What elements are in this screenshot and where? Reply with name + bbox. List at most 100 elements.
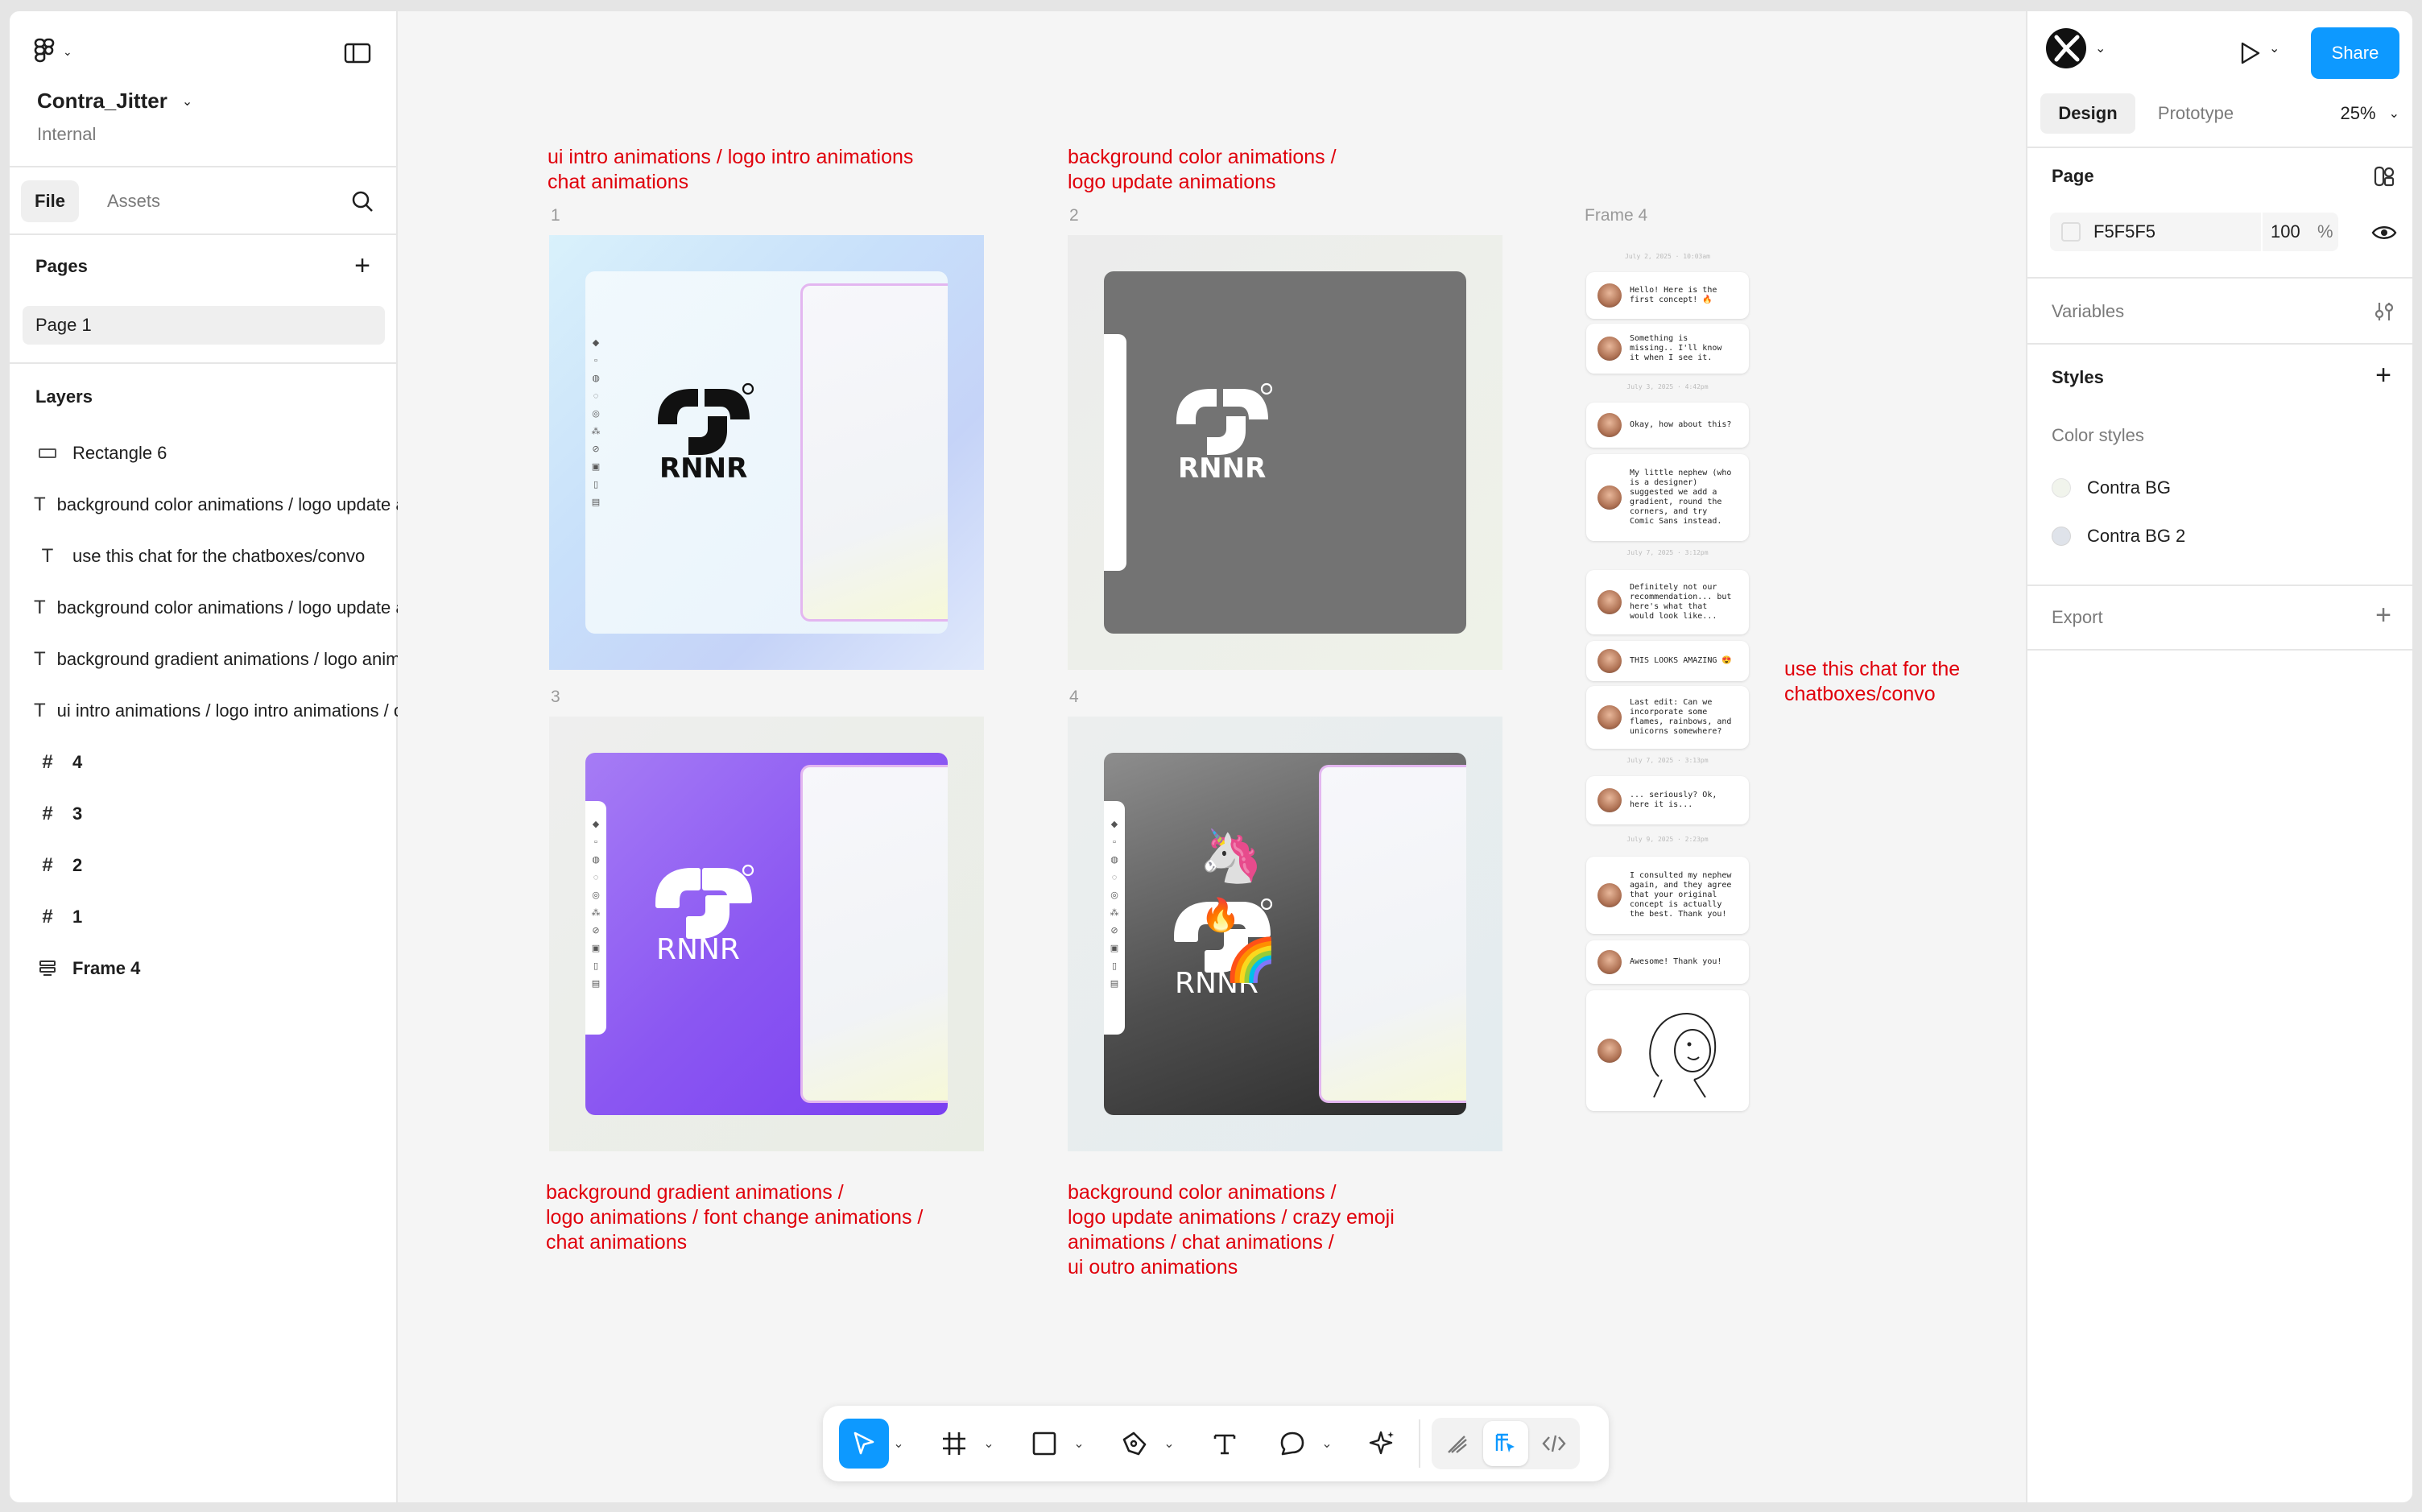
layer-item-text[interactable]: T background color animations / logo upd…: [34, 588, 398, 628]
add-export-button[interactable]: +: [2367, 599, 2399, 631]
chat-message: Last edit: Can we incorporate some flame…: [1586, 686, 1749, 749]
box-icon: ▣: [591, 944, 601, 953]
rnnr-wordmark: RNNR: [1178, 452, 1266, 479]
chat-text: Definitely not our recommendation... but…: [1630, 583, 1732, 621]
chat-frame[interactable]: July 2, 2025 · 10:03am Hello! Here is th…: [1586, 238, 1749, 1148]
layer-item-frame-4[interactable]: # 4: [34, 742, 398, 783]
pen-icon: [1122, 1431, 1147, 1456]
chevron-down-icon: ⌄: [2095, 42, 2106, 56]
annotation-note-1[interactable]: ui intro animations / logo intro animati…: [548, 145, 913, 195]
chat-text: Last edit: Can we incorporate some flame…: [1630, 698, 1732, 736]
tab-design[interactable]: Design: [2040, 93, 2135, 134]
frame-icon: #: [42, 803, 53, 824]
chat-text: THIS LOOKS AMAZING 😍: [1630, 656, 1732, 665]
file-team-label: Internal: [37, 124, 97, 144]
frame-1[interactable]: ◆ ▫ ◍ ◌ ◎ ⁂ ⊘ ▣ ▯ ▤ RNNR: [549, 235, 984, 670]
frame-label-4[interactable]: 4: [1069, 688, 1079, 707]
layer-label: Rectangle 6: [72, 443, 167, 463]
layer-item-frame-1[interactable]: # 1: [34, 897, 398, 937]
comment-tool-menu[interactable]: ⌄: [1317, 1419, 1337, 1469]
chat-frame-label[interactable]: Frame 4: [1585, 206, 1647, 225]
shape-tool-button[interactable]: [1019, 1419, 1069, 1469]
frame-3[interactable]: ◆ ▫ ◍ ◌ ◎ ⁂ ⊘ ▣ ▯ ▤ RNNR: [549, 717, 984, 1151]
canvas[interactable]: ui intro animations / logo intro animati…: [398, 11, 2034, 1502]
divider: [10, 233, 396, 235]
left-panel: ⌄ Contra_Jitter ⌄ Internal File Assets P…: [10, 11, 398, 1502]
page-styles-button[interactable]: [2370, 163, 2398, 190]
diamond-icon: ◆: [592, 338, 600, 348]
layer-label: ui intro animations / logo intro animati…: [56, 700, 398, 721]
frame-hash-icon: [943, 1432, 965, 1455]
frame-label-3[interactable]: 3: [551, 688, 560, 707]
layer-item-frame-3[interactable]: # 3: [34, 794, 398, 834]
design-mode-button[interactable]: [1483, 1421, 1528, 1466]
text-tool-button[interactable]: [1200, 1419, 1250, 1469]
frame-tool-button[interactable]: [929, 1419, 979, 1469]
figma-window: ⌄ Contra_Jitter ⌄ Internal File Assets P…: [10, 11, 2412, 1502]
layer-item-frame-4-autolayout[interactable]: Frame 4: [34, 948, 398, 989]
toggle-sidebar-button[interactable]: [341, 39, 374, 68]
actions-tool-button[interactable]: [1358, 1419, 1407, 1469]
file-name-button[interactable]: Contra_Jitter ⌄: [37, 89, 192, 114]
draw-mode-icon: [1448, 1436, 1467, 1453]
frame-tool-menu[interactable]: ⌄: [979, 1419, 998, 1469]
present-options-button[interactable]: ⌄: [2269, 40, 2279, 56]
zoom-control[interactable]: 25% ⌄: [2311, 93, 2399, 134]
color-style-item[interactable]: Contra BG 2: [2052, 520, 2185, 552]
add-page-button[interactable]: +: [346, 250, 378, 282]
page-bg-color-field[interactable]: F5F5F5 100 %: [2050, 213, 2338, 251]
tab-file[interactable]: File: [21, 180, 79, 222]
layer-item-text[interactable]: T use this chat for the chatboxes/convo: [34, 536, 398, 576]
frame-4[interactable]: ◆ ▫ ◍ ◌ ◎ ⁂ ⊘ ▣ ▯ ▤ 🦄 RNNR 🔥 🌈: [1068, 717, 1502, 1151]
page-item-page-1[interactable]: Page 1: [23, 306, 385, 345]
frame-label-2[interactable]: 2: [1069, 206, 1079, 225]
main-menu-button[interactable]: ⌄: [34, 35, 92, 68]
annotation-note-chat[interactable]: use this chat for the chatboxes/convo: [1784, 657, 1960, 707]
draw-mode-button[interactable]: [1435, 1421, 1480, 1466]
color-swatch: [2061, 222, 2081, 242]
app-sidebar-strip: [1104, 334, 1126, 571]
compass-icon: ⊘: [1110, 926, 1118, 936]
tab-assets[interactable]: Assets: [93, 180, 174, 222]
layer-item-text[interactable]: T background gradient animations / logo …: [34, 639, 398, 680]
rectangle-icon: [34, 448, 61, 458]
present-button[interactable]: [2232, 35, 2267, 71]
layer-item-text[interactable]: T background color animations / logo upd…: [34, 485, 398, 525]
comment-tool-button[interactable]: [1267, 1419, 1317, 1469]
annotation-note-3[interactable]: background gradient animations / logo an…: [546, 1180, 923, 1255]
dev-mode-button[interactable]: [1531, 1421, 1577, 1466]
note-line: background color animations /: [1068, 146, 1337, 168]
user-menu-button[interactable]: ⌄: [2045, 27, 2106, 69]
layer-item-text[interactable]: T ui intro animations / logo intro anima…: [34, 691, 398, 731]
styles-heading: Styles: [2052, 367, 2104, 387]
frame-label-1[interactable]: 1: [551, 206, 560, 225]
file-name: Contra_Jitter: [37, 89, 167, 113]
frame-2[interactable]: RNNR: [1068, 235, 1502, 670]
share-button[interactable]: Share: [2311, 27, 2399, 79]
note-line: chatboxes/convo: [1784, 683, 1936, 705]
move-tool-menu[interactable]: ⌄: [889, 1419, 908, 1469]
pen-tool-menu[interactable]: ⌄: [1159, 1419, 1179, 1469]
move-tool-button[interactable]: [839, 1419, 889, 1469]
chat-text: Something is missing.. I'll know it when…: [1630, 334, 1722, 362]
color-style-item[interactable]: Contra BG: [2052, 472, 2171, 504]
layer-label: 1: [72, 907, 83, 927]
layer-item-frame-2[interactable]: # 2: [34, 845, 398, 886]
cursor-icon: [853, 1431, 874, 1455]
chat-date: July 9, 2025 · 2:23pm: [1626, 836, 1709, 843]
layer-item-rectangle-6[interactable]: Rectangle 6: [34, 433, 398, 473]
text-icon: T: [34, 700, 46, 721]
tab-prototype[interactable]: Prototype: [2143, 93, 2248, 134]
add-style-button[interactable]: +: [2367, 359, 2399, 391]
open-variables-button[interactable]: [2370, 298, 2398, 325]
pen-tool-button[interactable]: [1110, 1419, 1159, 1469]
globe-icon: ◍: [1110, 855, 1118, 865]
plus-icon: +: [2375, 359, 2391, 390]
figma-logo-icon: [34, 38, 55, 63]
annotation-note-2[interactable]: background color animations / logo updat…: [1068, 145, 1337, 195]
shape-tool-menu[interactable]: ⌄: [1069, 1419, 1089, 1469]
search-layers-button[interactable]: [348, 187, 377, 216]
annotation-note-4[interactable]: background color animations / logo updat…: [1068, 1180, 1395, 1280]
note-line: ui intro animations / logo intro animati…: [548, 146, 914, 168]
toggle-visibility-button[interactable]: [2370, 219, 2398, 246]
